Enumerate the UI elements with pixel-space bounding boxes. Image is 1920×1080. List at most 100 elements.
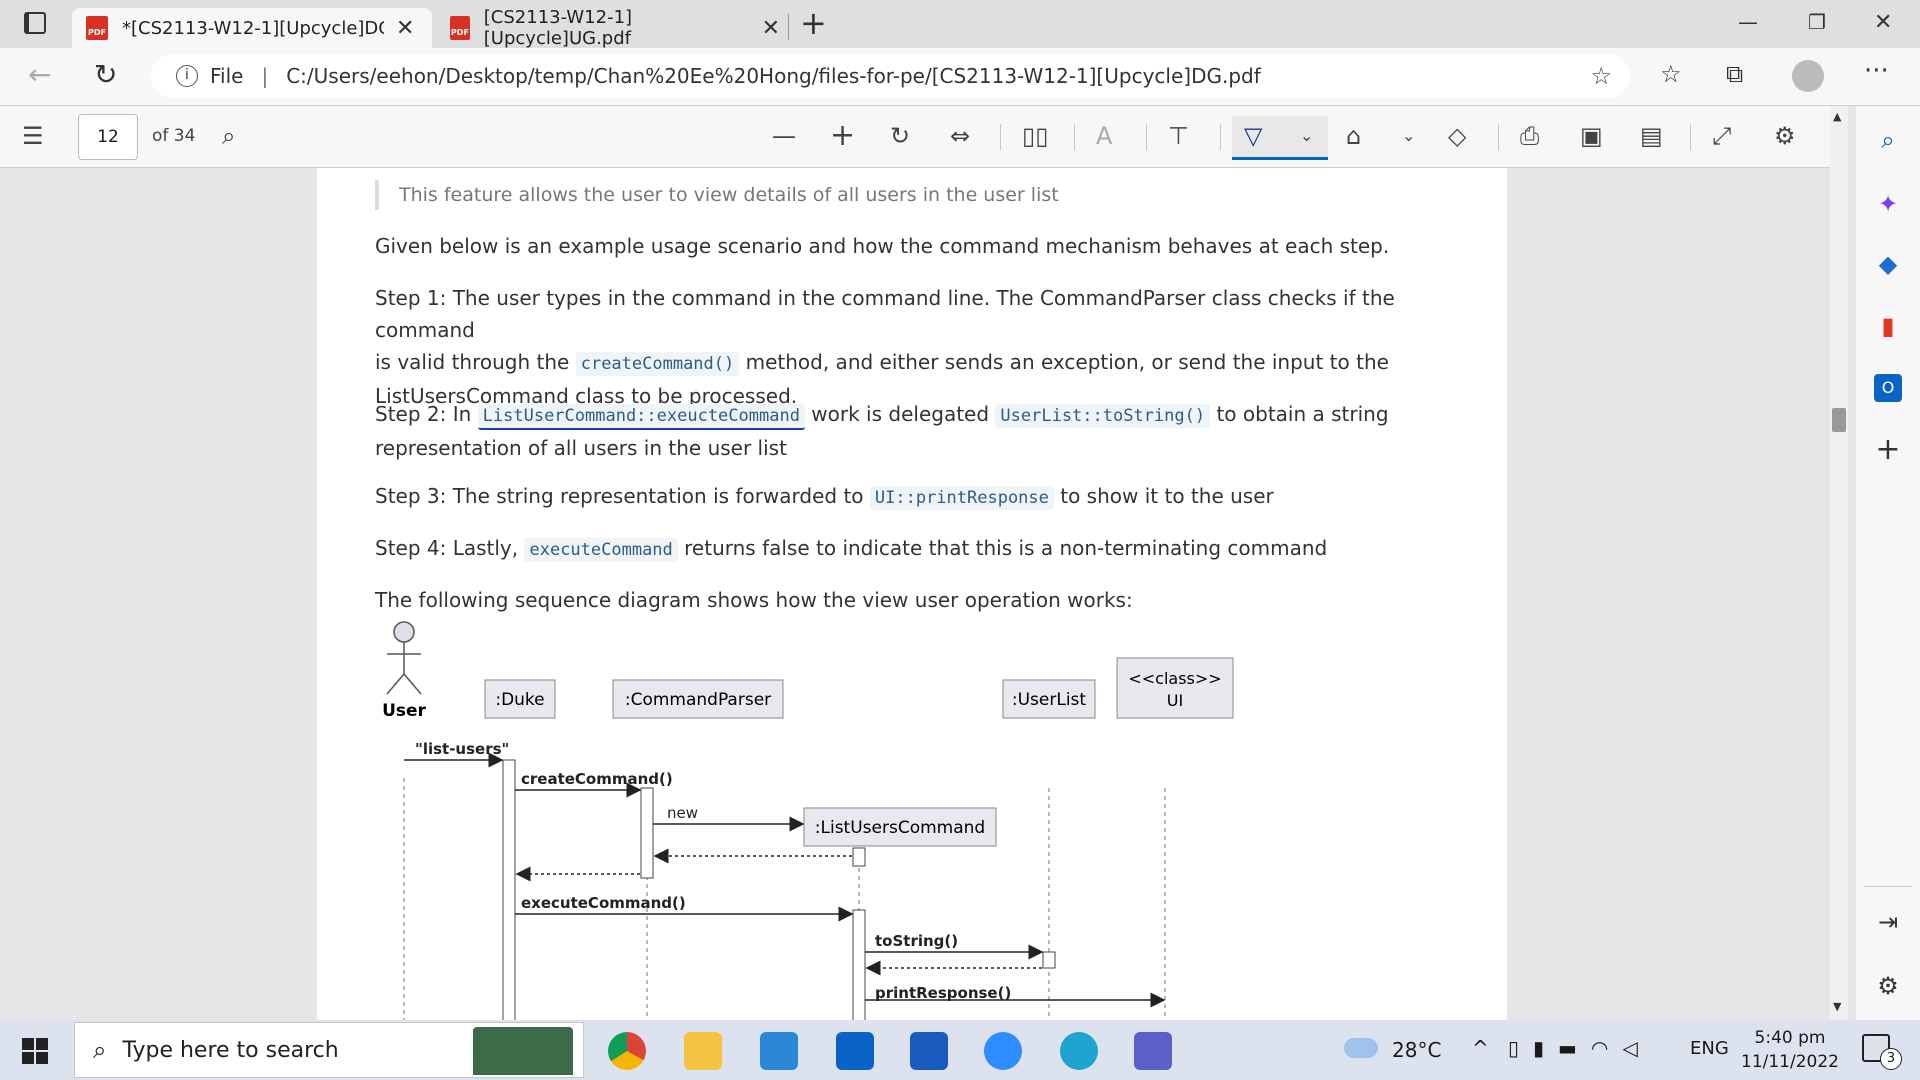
message-label: createCommand() xyxy=(521,770,673,788)
text-box-icon[interactable]: ⊤ xyxy=(1168,122,1189,150)
participant-label: UI xyxy=(1167,691,1183,710)
taskbar-search-input[interactable]: ⌕ Type here to search xyxy=(74,1022,584,1078)
rotate-icon[interactable]: ↻ xyxy=(890,122,910,150)
step2-paragraph: Step 2: In ListUserCommand::exeucteComma… xyxy=(375,398,1455,464)
clock[interactable]: 5:40 pm 11/11/2022 xyxy=(1740,1026,1840,1074)
outlook-icon[interactable]: O xyxy=(1874,374,1902,402)
chrome-icon[interactable] xyxy=(608,1032,646,1070)
fullscreen-icon[interactable]: ⤢ xyxy=(1712,122,1731,150)
minimize-button[interactable]: — xyxy=(1738,10,1758,34)
page-count: of 34 xyxy=(152,126,196,146)
close-tab-icon[interactable]: ✕ xyxy=(762,16,780,41)
refresh-icon[interactable]: ↻ xyxy=(94,58,117,91)
pdf-icon: PDF xyxy=(450,16,470,40)
step1-line: Step 1: The user types in the command in… xyxy=(375,286,1395,342)
more-menu-icon[interactable]: ··· xyxy=(1864,56,1889,86)
tab-dg-pdf[interactable]: PDF *[CS2113-W12-1][Upcycle]DG.pd ✕ xyxy=(72,8,432,48)
hide-sidebar-icon[interactable]: ⇥ xyxy=(1874,908,1902,936)
tab-ug-pdf[interactable]: PDF [CS2113-W12-1][Upcycle]UG.pdf ✕ xyxy=(440,7,780,49)
separator xyxy=(1146,124,1147,150)
url-text: C:/Users/eehon/Desktop/temp/Chan%20Ee%20… xyxy=(286,64,1261,88)
edge-icon[interactable] xyxy=(1060,1032,1098,1070)
step1-line: is valid through the createCommand() met… xyxy=(375,346,1455,380)
scroll-up-icon[interactable]: ▲ xyxy=(1833,110,1841,123)
new-tab-button[interactable]: + xyxy=(800,4,827,42)
file-explorer-icon[interactable] xyxy=(684,1032,722,1070)
inline-code: UserList::toString() xyxy=(995,404,1211,428)
weather-icon[interactable] xyxy=(1344,1038,1378,1058)
vertical-scrollbar[interactable]: ▲ ▼ xyxy=(1830,106,1848,1020)
tab-actions-icon[interactable] xyxy=(24,12,46,34)
zoom-icon[interactable] xyxy=(984,1032,1022,1070)
text: returns false to indicate that this is a… xyxy=(684,536,1328,560)
avatar[interactable] xyxy=(1792,60,1824,92)
sequence-diagram: User :Duke :CommandParser :UserList <<cl… xyxy=(382,621,1234,1020)
message-label: executeCommand() xyxy=(521,894,686,912)
shopping-tag-icon[interactable]: ◆ xyxy=(1874,250,1902,278)
add-favorite-icon[interactable]: ☆ xyxy=(1590,62,1612,90)
clock-time: 5:40 pm xyxy=(1754,1028,1826,1048)
separator xyxy=(1498,124,1499,150)
teams-icon[interactable] xyxy=(1134,1032,1172,1070)
draw-icon: ▽ xyxy=(1244,122,1263,150)
page-number-input[interactable]: 12 xyxy=(78,114,138,160)
fit-width-icon[interactable]: ⇔ xyxy=(950,122,970,150)
scroll-thumb[interactable] xyxy=(1832,408,1846,432)
search-icon[interactable]: ⌕ xyxy=(1874,126,1902,154)
collections-icon[interactable]: ⧉ xyxy=(1726,60,1743,88)
step4-paragraph: Step 4: Lastly, executeCommand returns f… xyxy=(375,532,1455,566)
text: method, and either sends an exception, o… xyxy=(745,350,1389,374)
scroll-down-icon[interactable]: ▼ xyxy=(1833,1000,1841,1013)
highlight-icon[interactable]: ⌂ xyxy=(1346,122,1361,150)
zoom-out-button[interactable]: — xyxy=(772,122,796,150)
weather-temp[interactable]: 28°C xyxy=(1392,1038,1441,1062)
page-view-icon[interactable]: ▯▯ xyxy=(1022,122,1048,150)
chevron-down-icon[interactable]: ⌄ xyxy=(1402,122,1415,150)
add-icon[interactable]: + xyxy=(1874,435,1902,465)
windows-start-icon[interactable] xyxy=(22,1038,48,1064)
message-label: "list-users" xyxy=(415,740,509,758)
save-as-icon[interactable]: ▤ xyxy=(1640,122,1663,150)
inline-code: ListUserCommand::exeucteCommand xyxy=(477,404,805,430)
tray-icons[interactable]: ▯▮▬◠◁ xyxy=(1508,1036,1652,1060)
pdf-viewer[interactable]: This feature allows the user to view det… xyxy=(0,168,1830,1020)
separator xyxy=(1690,124,1691,150)
favorites-icon[interactable]: ☆ xyxy=(1660,60,1682,88)
notifications-badge: 3 xyxy=(1880,1048,1902,1070)
eraser-icon[interactable]: ◇ xyxy=(1448,122,1466,150)
address-input[interactable]: i File | C:/Users/eehon/Desktop/temp/Cha… xyxy=(150,54,1630,98)
restore-button[interactable]: ❐ xyxy=(1808,10,1826,34)
settings-icon[interactable]: ⚙ xyxy=(1774,122,1796,150)
settings-icon[interactable]: ⚙ xyxy=(1874,972,1902,1000)
tab-title: [CS2113-W12-1][Upcycle]UG.pdf xyxy=(483,7,633,49)
message-label: toString() xyxy=(875,932,958,950)
outlook-icon[interactable] xyxy=(836,1032,874,1070)
back-icon[interactable]: ← xyxy=(28,58,51,91)
chevron-down-icon[interactable]: ⌄ xyxy=(1300,122,1313,150)
copilot-icon[interactable]: ✦ xyxy=(1874,190,1902,218)
onedrive-icon[interactable] xyxy=(760,1032,798,1070)
office-icon[interactable]: ▮ xyxy=(1874,312,1902,340)
info-icon: i xyxy=(176,65,198,87)
search-highlight-icon xyxy=(473,1027,573,1075)
save-icon[interactable]: ▣ xyxy=(1580,122,1603,150)
windows-taskbar: ⌕ Type here to search 28°C ^ ▯▮▬◠◁ ENG 5… xyxy=(0,1020,1920,1080)
step1-paragraph: Step 1: The user types in the command in… xyxy=(375,282,1455,412)
read-aloud-icon[interactable]: A xyxy=(1096,122,1112,150)
participant-label: :UserList xyxy=(1012,690,1087,710)
zoom-in-button[interactable]: + xyxy=(830,121,855,151)
chevron-up-icon[interactable]: ^ xyxy=(1472,1036,1489,1060)
actor-user xyxy=(386,621,422,695)
language-indicator[interactable]: ENG xyxy=(1690,1038,1729,1059)
step2-line: representation of all users in the user … xyxy=(375,436,787,460)
search-icon[interactable]: ⌕ xyxy=(222,122,235,150)
close-tab-icon[interactable]: ✕ xyxy=(396,16,414,41)
close-window-button[interactable]: ✕ xyxy=(1874,10,1892,35)
text: Step 4: Lastly, xyxy=(375,536,519,560)
table-of-contents-icon[interactable]: ☰ xyxy=(22,122,44,150)
word-icon[interactable] xyxy=(910,1032,948,1070)
actor-label: User xyxy=(382,701,426,721)
participant-label: <<class>> xyxy=(1128,669,1221,688)
print-icon[interactable]: ⎙ xyxy=(1520,122,1539,150)
inline-code: UI::printResponse xyxy=(869,486,1054,510)
